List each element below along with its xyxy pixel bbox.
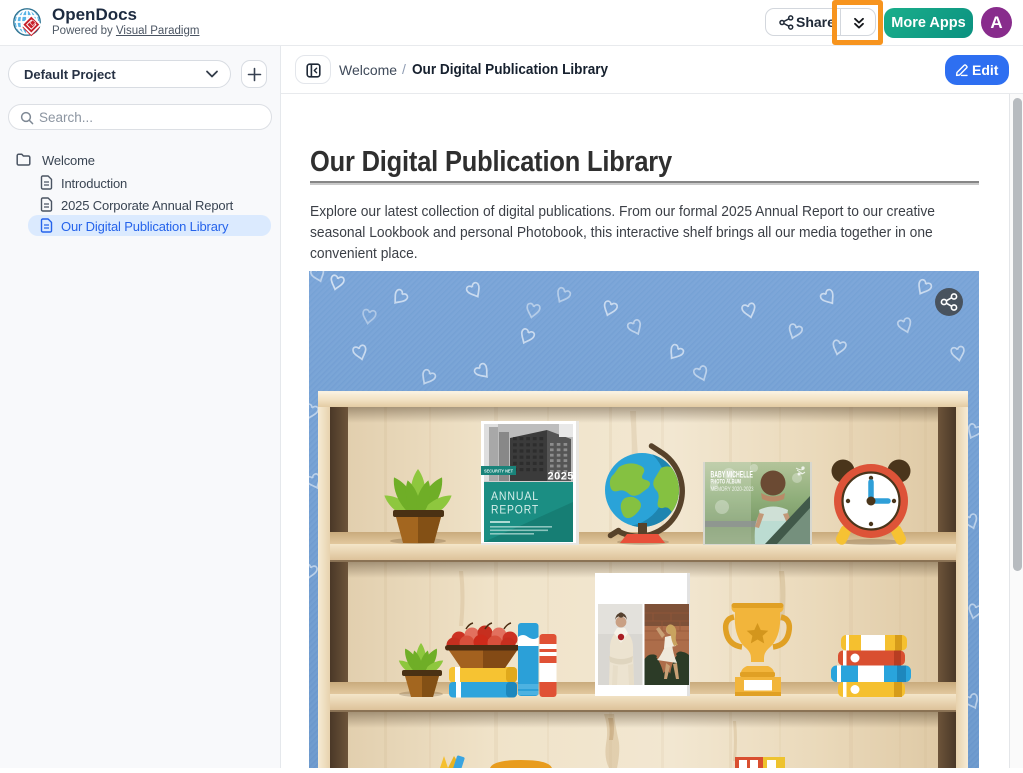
svg-text:ANNUAL: ANNUAL xyxy=(491,489,539,503)
svg-text:REPORT: REPORT xyxy=(491,503,539,517)
svg-text:SECURITY NET: SECURITY NET xyxy=(484,468,513,473)
svg-text:MEMORY 2020-2023: MEMORY 2020-2023 xyxy=(711,486,754,493)
svg-text:PHOTO ALBUM: PHOTO ALBUM xyxy=(711,480,742,486)
svg-text:BABY MICHELLE: BABY MICHELLE xyxy=(711,470,754,480)
svg-text:2025: 2025 xyxy=(548,471,574,483)
